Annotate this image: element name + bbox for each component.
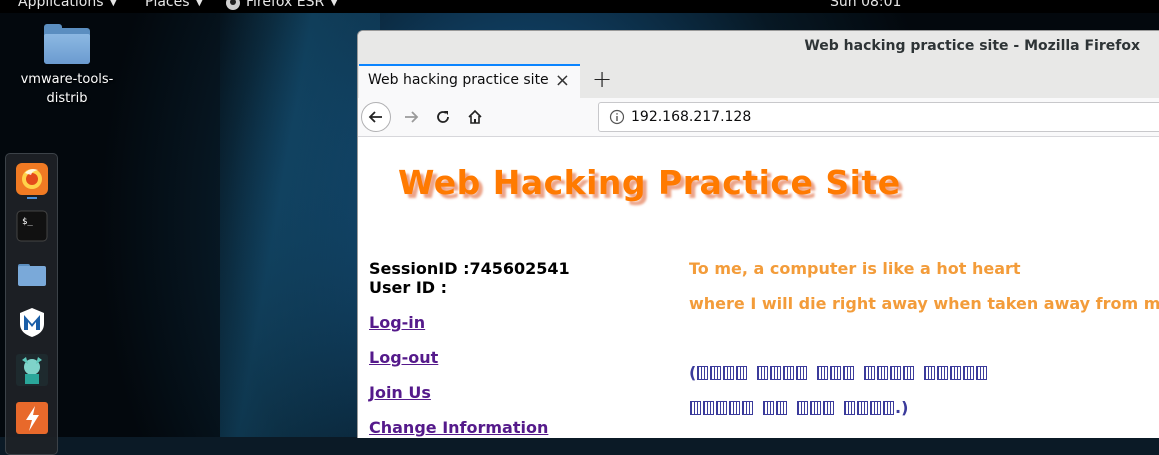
desktop-folder-vmware-tools[interactable]: vmware-tools- distrib	[14, 24, 120, 108]
logout-link[interactable]: Log-out	[369, 348, 570, 367]
login-link[interactable]: Log-in	[369, 313, 570, 332]
dock-metasploit[interactable]	[16, 306, 48, 338]
close-icon[interactable]: ×	[555, 70, 570, 91]
armitage-icon	[16, 354, 48, 386]
burpsuite-icon	[16, 402, 48, 434]
forward-button[interactable]	[396, 102, 426, 132]
firefox-icon	[16, 163, 48, 195]
info-icon[interactable]	[609, 109, 625, 125]
places-menu[interactable]: Places ▼	[145, 0, 203, 10]
firefox-app-menu[interactable]: Firefox ESR ▼	[226, 0, 338, 10]
site-title: Web Hacking Practice Site	[398, 163, 901, 202]
url-text: 192.168.217.128	[631, 109, 752, 125]
page-content: Web Hacking Practice Site SessionID :745…	[358, 137, 1159, 438]
applications-label: Applications	[18, 0, 104, 10]
join-link[interactable]: Join Us	[369, 383, 570, 402]
tab-bar: Web hacking practice site × +	[358, 64, 1159, 98]
folder-icon	[18, 264, 46, 286]
desktop-icon-label: vmware-tools- distrib	[20, 72, 114, 106]
chevron-down-icon: ▼	[330, 0, 338, 8]
arrow-right-icon	[405, 111, 419, 123]
applications-menu[interactable]: Applications ▼	[18, 0, 117, 10]
korean-line-1: (	[689, 363, 1159, 382]
session-panel: SessionID :745602541 User ID : Log-in Lo…	[369, 259, 570, 437]
chevron-down-icon: ▼	[195, 0, 204, 8]
window-title: Web hacking practice site - Mozilla Fire…	[804, 38, 1140, 54]
top-panel: Applications ▼ Places ▼ Firefox ESR ▼ Su…	[0, 0, 1159, 13]
reload-icon	[437, 111, 449, 123]
clock-label: Sun 08:01	[830, 0, 902, 10]
dock-burpsuite[interactable]	[16, 402, 48, 434]
terminal-icon: $_	[16, 210, 48, 242]
tab-title: Web hacking practice site	[368, 72, 549, 88]
arrow-left-icon	[368, 111, 382, 123]
dock-firefox[interactable]	[16, 163, 48, 195]
tab-web-hacking[interactable]: Web hacking practice site ×	[359, 64, 580, 98]
firefox-icon	[226, 0, 240, 10]
firefox-window: Web hacking practice site - Mozilla Fire…	[357, 30, 1159, 438]
quote-line-1: To me, a computer is like a hot heart	[689, 259, 1021, 278]
reload-button[interactable]	[428, 102, 458, 132]
places-label: Places	[145, 0, 190, 10]
dock-files[interactable]	[16, 258, 48, 290]
metasploit-icon	[20, 308, 44, 337]
new-tab-button[interactable]: +	[592, 65, 612, 93]
clock[interactable]: Sun 08:01	[830, 0, 901, 10]
change-info-link[interactable]: Change Information	[369, 418, 570, 437]
url-bar[interactable]: 192.168.217.128	[598, 102, 1159, 132]
folder-icon	[44, 24, 90, 64]
dock: $_	[5, 153, 58, 455]
quote-line-2: where I will die right away when taken a…	[689, 294, 1159, 313]
firefox-app-label: Firefox ESR	[246, 0, 325, 10]
dock-armitage[interactable]	[16, 354, 48, 386]
session-id: SessionID :745602541	[369, 259, 570, 278]
quote-panel: To me, a computer is like a hot heart wh…	[689, 259, 1159, 417]
user-id: User ID :	[369, 278, 448, 297]
dock-terminal[interactable]: $_	[16, 210, 48, 242]
window-titlebar[interactable]: Web hacking practice site - Mozilla Fire…	[358, 31, 1159, 64]
running-indicator	[27, 197, 37, 199]
back-button[interactable]	[361, 102, 391, 132]
svg-text:$_: $_	[22, 217, 33, 227]
home-button[interactable]	[460, 102, 490, 132]
korean-line-2: .)	[689, 398, 1159, 417]
home-icon	[468, 109, 482, 124]
chevron-down-icon: ▼	[109, 0, 118, 8]
navigation-bar: 192.168.217.128	[358, 98, 1159, 137]
